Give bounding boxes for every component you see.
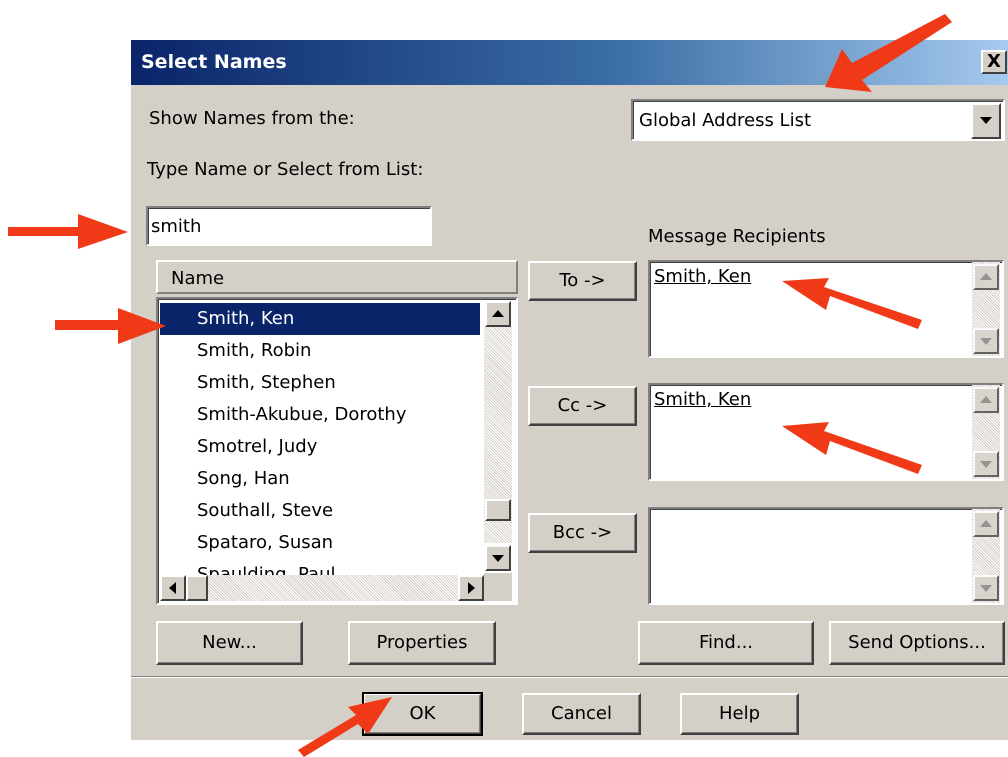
- arrow-left-icon: [169, 582, 176, 594]
- find-button[interactable]: Find...: [638, 621, 814, 665]
- bcc-button[interactable]: Bcc ->: [528, 513, 637, 553]
- list-item[interactable]: Smith, Stephen: [197, 367, 336, 399]
- arrow-up-icon: [980, 396, 992, 403]
- arrow-up-icon: [980, 273, 992, 280]
- arrow-up-icon: [492, 310, 504, 317]
- name-header-label: Name: [171, 268, 225, 289]
- select-names-dialog: Select Names X Show Names from the: Glob…: [129, 38, 1008, 740]
- arrow-right-icon: [468, 582, 475, 594]
- arrow-down-icon: [980, 585, 992, 592]
- list-item[interactable]: Smotrel, Judy: [197, 431, 317, 463]
- dropdown-arrow-button[interactable]: [971, 103, 1001, 139]
- names-listbox[interactable]: Smith, Ken Smith, Robin Smith, Stephen S…: [156, 297, 518, 605]
- cc-recipients-box[interactable]: Smith, Ken: [648, 383, 1004, 481]
- horizontal-scroll-track[interactable]: [160, 575, 484, 601]
- scroll-corner: [484, 573, 512, 601]
- scroll-left-button[interactable]: [160, 575, 186, 601]
- cc-scroll-down-button[interactable]: [973, 451, 999, 477]
- cc-scroll-up-button[interactable]: [973, 387, 999, 413]
- to-recipient-name[interactable]: Smith, Ken: [654, 266, 751, 287]
- search-value: smith: [151, 216, 202, 237]
- address-book-dropdown[interactable]: Global Address List: [631, 99, 1005, 141]
- close-button[interactable]: X: [981, 50, 1007, 74]
- red-arrow-icon: [8, 214, 128, 249]
- scroll-down-button[interactable]: [485, 545, 511, 571]
- dialog-title: Select Names: [141, 51, 287, 73]
- scroll-right-button[interactable]: [458, 575, 484, 601]
- list-item-selected[interactable]: Smith, Ken: [160, 303, 480, 335]
- cc-recipient-name[interactable]: Smith, Ken: [654, 389, 751, 410]
- to-scroll-up-button[interactable]: [973, 264, 999, 290]
- address-book-value: Global Address List: [639, 110, 812, 131]
- help-button[interactable]: Help: [680, 693, 799, 735]
- new-button[interactable]: New...: [156, 621, 303, 665]
- list-item[interactable]: Spataro, Susan: [197, 527, 333, 559]
- list-item[interactable]: Southall, Steve: [197, 495, 333, 527]
- list-item[interactable]: Smith-Akubue, Dorothy: [197, 399, 406, 431]
- bcc-scroll-up-button[interactable]: [973, 511, 999, 537]
- title-bar[interactable]: Select Names X: [131, 40, 1008, 85]
- cancel-button[interactable]: Cancel: [522, 693, 641, 735]
- chevron-down-icon: [980, 117, 992, 124]
- send-options-button[interactable]: Send Options...: [829, 621, 1005, 665]
- bcc-scroll-down-button[interactable]: [973, 575, 999, 601]
- horizontal-scroll-thumb[interactable]: [186, 575, 208, 601]
- to-scroll-down-button[interactable]: [973, 328, 999, 354]
- message-recipients-label: Message Recipients: [648, 226, 826, 247]
- separator: [131, 676, 1008, 678]
- name-column-header[interactable]: Name: [156, 260, 518, 294]
- arrow-down-icon: [980, 461, 992, 468]
- type-name-label: Type Name or Select from List:: [147, 159, 424, 180]
- to-button[interactable]: To ->: [528, 261, 637, 301]
- name-search-input[interactable]: smith: [146, 206, 432, 246]
- arrow-up-icon: [980, 520, 992, 527]
- scroll-up-button[interactable]: [485, 301, 511, 327]
- to-recipients-box[interactable]: Smith, Ken: [648, 260, 1004, 358]
- properties-button[interactable]: Properties: [348, 621, 496, 665]
- vertical-scroll-thumb[interactable]: [485, 499, 511, 521]
- ok-button[interactable]: OK: [362, 692, 483, 736]
- arrow-down-icon: [980, 338, 992, 345]
- cc-button[interactable]: Cc ->: [528, 386, 637, 426]
- list-item[interactable]: Smith, Robin: [197, 335, 311, 367]
- arrow-down-icon: [492, 555, 504, 562]
- show-names-label: Show Names from the:: [149, 108, 355, 129]
- close-icon: X: [987, 51, 1001, 72]
- bcc-recipients-box[interactable]: [648, 507, 1004, 605]
- list-item[interactable]: Song, Han: [197, 463, 290, 495]
